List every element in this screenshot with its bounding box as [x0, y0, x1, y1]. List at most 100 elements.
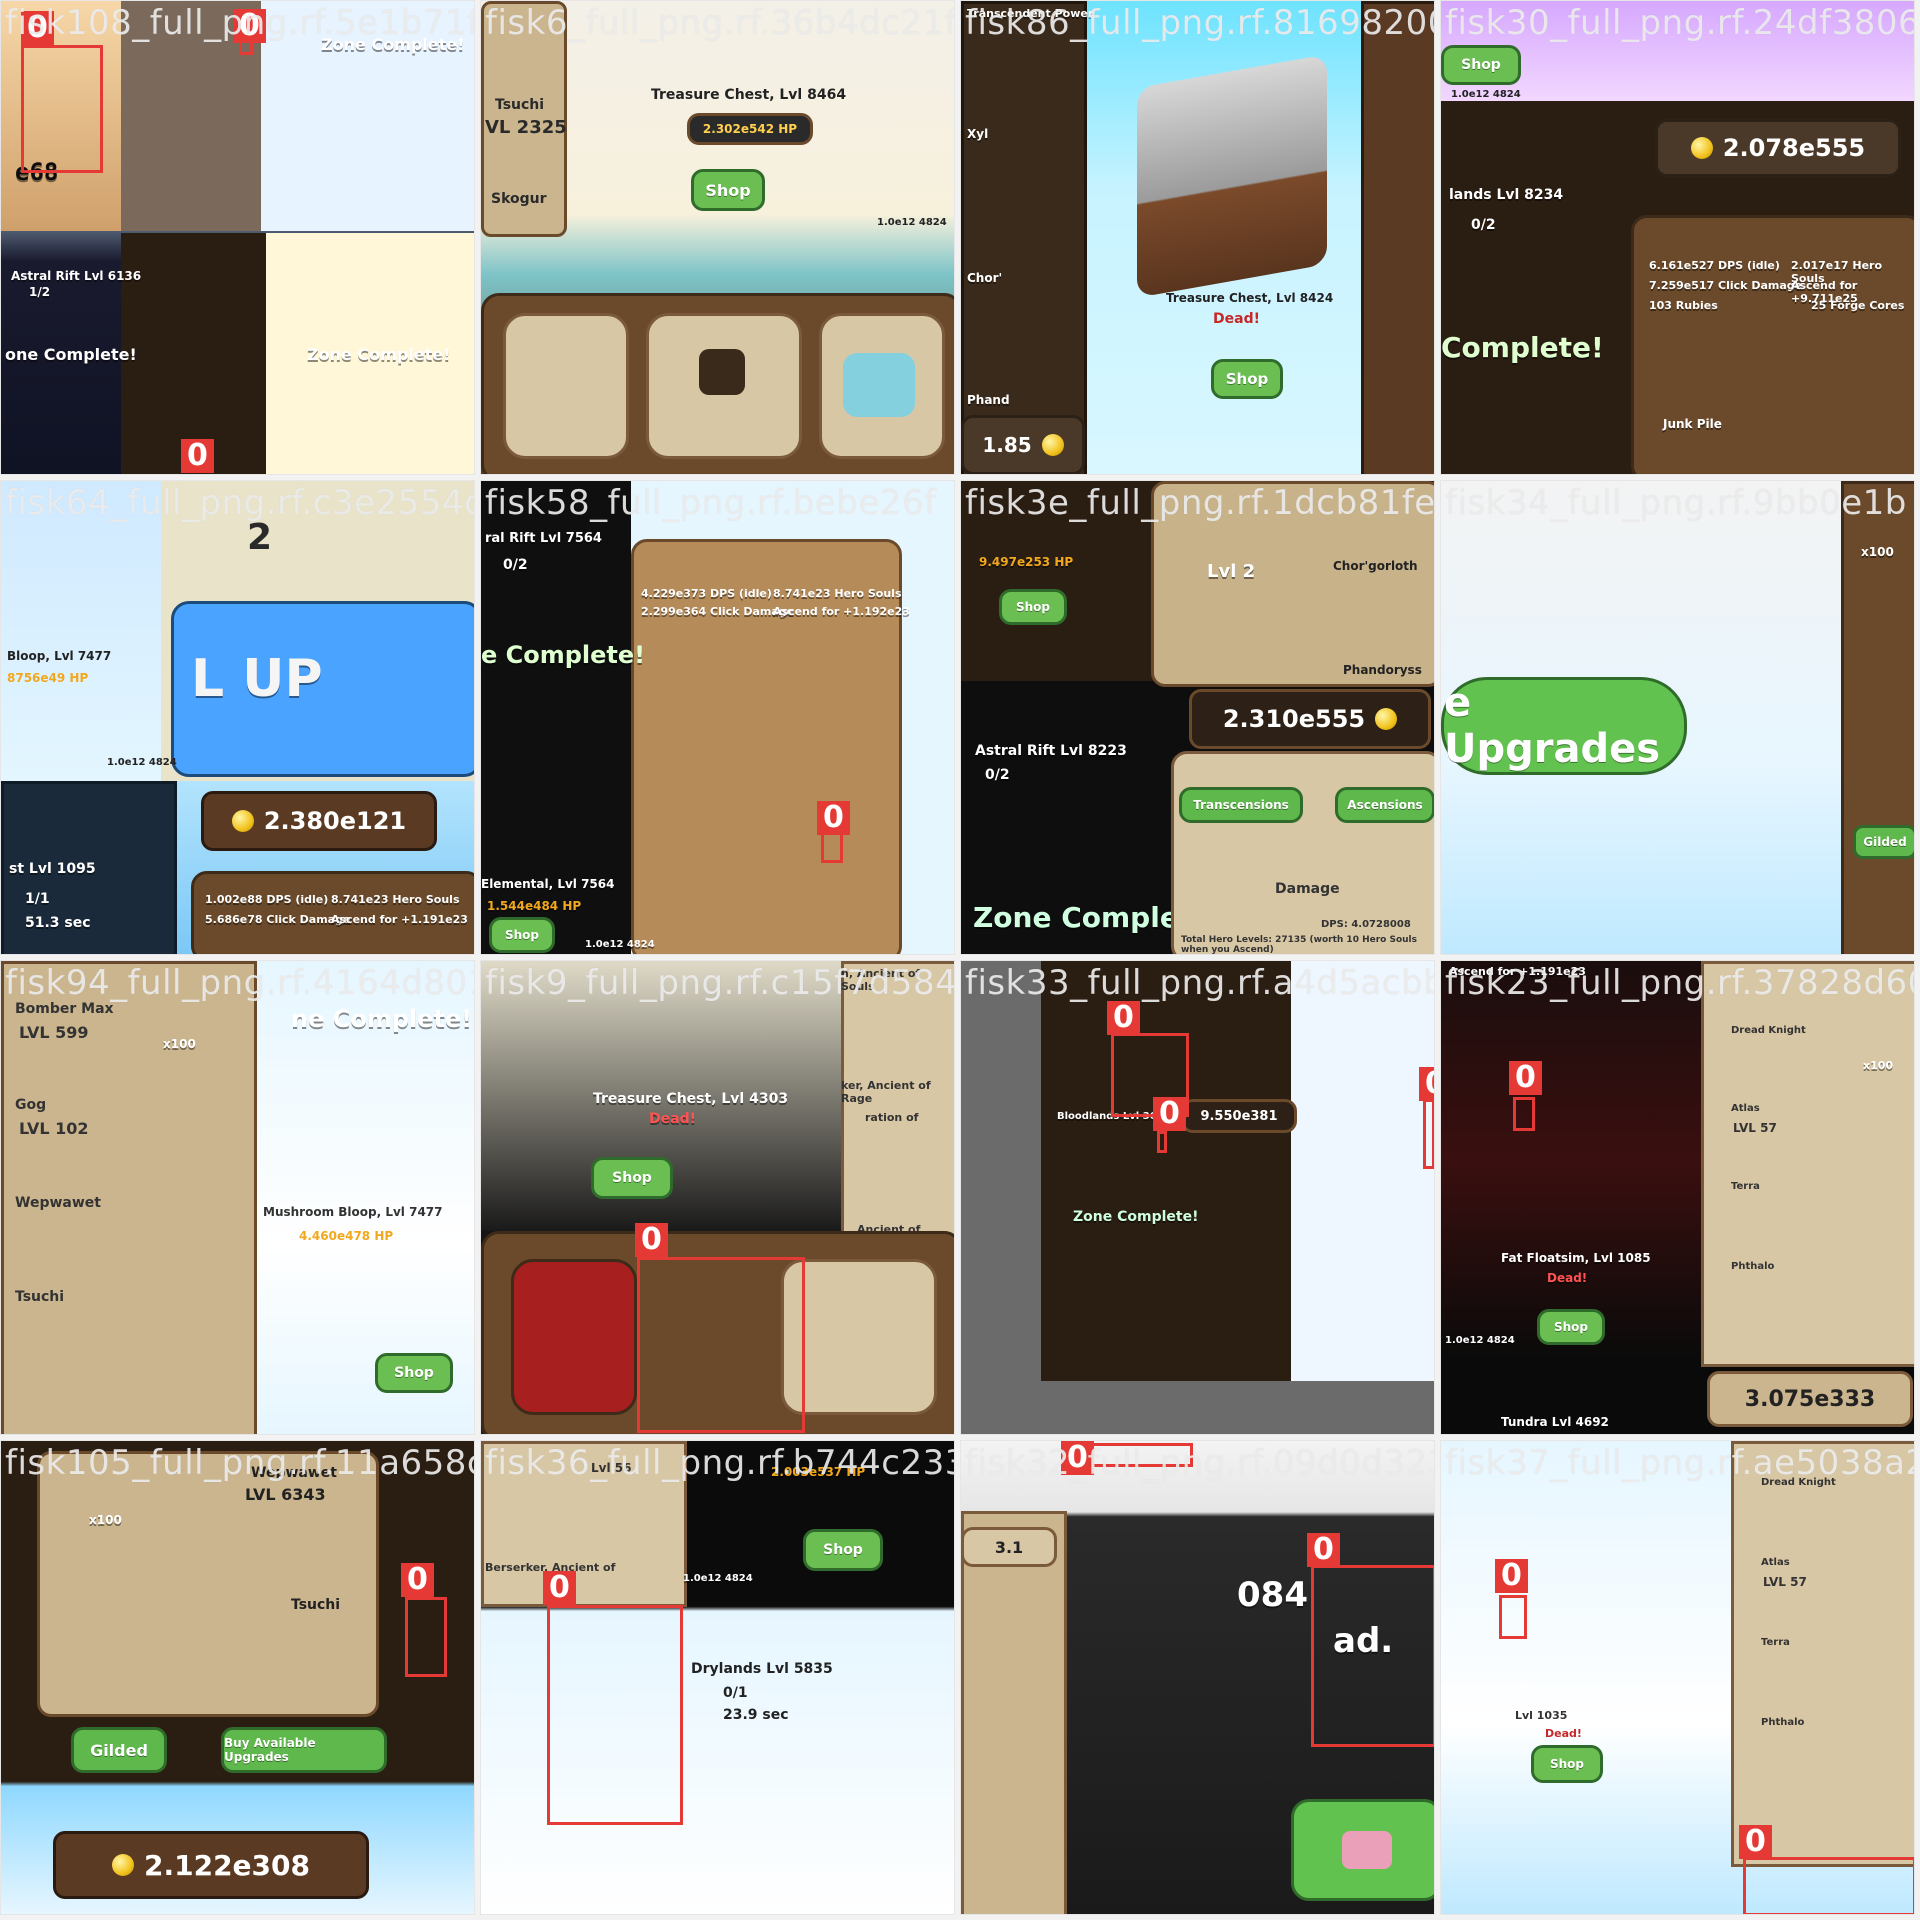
shop-button[interactable]: Shop [1441, 45, 1521, 85]
tile-14: Berserker, Ancient of Lvl 56 2.003e537 H… [480, 1440, 955, 1915]
bbox-tag: 0 [635, 1223, 668, 1257]
tile-title: fisk9_full_png.rf.c15f7d584d [485, 963, 955, 1003]
rubies: 103 Rubies [1649, 299, 1718, 312]
footer-number: 1.0e12 4824 [107, 757, 177, 768]
hero-name-tsuchi: Tsuchi [15, 1289, 65, 1305]
gold-readout: 2.078e555 [1655, 119, 1901, 177]
gold-readout: 2.122e308 [53, 1831, 369, 1899]
tile-title: fisk6_full_png.rf.36b4dc21fbd2137cd07ad [485, 3, 954, 43]
time-text: 51.3 sec [25, 915, 91, 931]
zone-complete-text-left: one Complete! [5, 345, 137, 364]
hero-level: VL 2325 [485, 117, 567, 138]
tile-6: 4.229e373 DPS (idle) 8.741e23 Hero Souls… [480, 480, 955, 955]
gold-coin-icon [1690, 137, 1713, 159]
time-text: 23.9 sec [723, 1707, 789, 1723]
shop-button[interactable]: Shop [803, 1529, 883, 1571]
gold-readout: 9.550e381 [1181, 1099, 1297, 1133]
hero-atlas: Atlas [1761, 1557, 1790, 1568]
tile-15: 3.1 ad. 084 0 0 fisk32_full_png.rf.09d0d… [960, 1440, 1435, 1915]
hero-dread-knight: Dread Knight [1731, 1025, 1806, 1036]
hero-lvl-bomber: LVL 599 [19, 1023, 89, 1042]
zone-complete: ne Complete! [291, 1005, 473, 1033]
bbox-tag: 0 [1107, 1001, 1140, 1035]
shop-button[interactable]: Shop [1211, 359, 1283, 399]
buy-available-upgrades-button[interactable]: Buy Available Upgrades [221, 1727, 387, 1773]
elemental-hp: 1.544e484 HP [487, 899, 582, 913]
click-damage: 5.686e78 Click Damage [205, 913, 351, 926]
tile-title: fisk32_full_png.rf.09d0d323 [965, 1443, 1435, 1483]
boss-status: Dead! [649, 1111, 696, 1127]
bbox-tag: 0 [1739, 1825, 1772, 1859]
name-phandoryss: Phandoryss [1343, 663, 1422, 677]
tile-title: fisk58_full_png.rf.bebe26f [485, 483, 937, 523]
x100-label: x100 [89, 1513, 122, 1527]
click-damage: 2.299e364 Click Damage [641, 605, 795, 618]
hero-atlas-lvl: LVL 57 [1763, 1575, 1807, 1589]
complete-text: Complete! [1441, 331, 1604, 364]
stats-panel [1631, 215, 1914, 474]
tile-5: L UP 2 Bloop, Lvl 7477 8756e49 HP 1.0e12… [0, 480, 475, 955]
shop-button[interactable]: Shop [691, 169, 765, 211]
gold-readout: 2.310e555 [1189, 689, 1431, 749]
x100-label: x100 [1863, 1059, 1894, 1072]
boss-hp: 4.460e478 HP [299, 1229, 394, 1243]
bbox-character [21, 45, 103, 173]
transcensions-tab[interactable]: Transcensions [1179, 787, 1303, 823]
tab-slot[interactable] [503, 313, 629, 459]
skill-slot[interactable] [511, 1259, 637, 1415]
gilded-button[interactable]: Gilded [1853, 825, 1914, 859]
gold-readout: 1.85 [961, 415, 1085, 474]
tile-13: Wepwawet LVL 6343 Tsuchi x100 Gilded Buy… [0, 1440, 475, 1915]
bbox-character [1157, 1131, 1167, 1153]
footer-number: 1.0e12 4824 [1445, 1335, 1515, 1346]
shop-button[interactable]: Shop [1531, 1745, 1603, 1783]
tile-title: fisk94_full_png.rf.4164d8018f [5, 963, 475, 1003]
ascensions-tab[interactable]: Ascensions [1335, 787, 1434, 823]
bbox-character [1499, 1595, 1527, 1639]
hero-name-2: Tsuchi [291, 1597, 341, 1613]
shop-button[interactable]: Shop [1537, 1309, 1605, 1345]
shop-button[interactable]: Shop [489, 917, 555, 953]
shop-button[interactable]: Shop [999, 589, 1067, 625]
tile-title: fisk34_full_png.rf.9bb0e1b [1445, 483, 1907, 523]
tile-title: fisk33_full_png.rf.a4d5acbbb04c3 [965, 963, 1434, 1003]
bbox-character [1423, 1099, 1434, 1169]
progress-counter: 1/2 [29, 285, 51, 299]
shop-button[interactable]: Shop [375, 1353, 453, 1393]
right-sidebar [1361, 1, 1434, 474]
tile-1: Zone Complete! Zone Complete! one Comple… [0, 0, 475, 475]
shop-button[interactable]: Shop [591, 1157, 673, 1199]
world-level: Astral Rift Lvl 8223 [975, 743, 1127, 759]
footer-number: 1.0e12 4824 [877, 217, 947, 228]
bbox-character [1311, 1565, 1434, 1747]
hero-name-2: Skogur [491, 191, 547, 207]
world-level: Astral Rift Lvl 6136 [11, 269, 142, 283]
gilded-button[interactable]: Gilded [71, 1727, 167, 1773]
elemental-name: Elemental, Lvl 7564 [481, 877, 615, 891]
bbox-tag: 0 [1153, 1097, 1186, 1131]
bbox-character [637, 1257, 805, 1433]
upgrades-button[interactable]: e Upgrades [1441, 677, 1687, 775]
tile-title: fisk105_full_png.rf.11a658ca [5, 1443, 475, 1483]
tile-9: Bomber Max LVL 599 Gog LVL 102 Wepwawet … [0, 960, 475, 1435]
gem-button[interactable] [1291, 1799, 1434, 1901]
tile-title: fisk3e_full_png.rf.1dcb81fe3 [965, 483, 1435, 523]
gold-coin-icon [231, 810, 254, 832]
treasure-chest-tower [1137, 54, 1327, 298]
bbox-tag: 0 [181, 439, 214, 473]
gold-coin-icon [1375, 708, 1398, 730]
boss-name: Treasure Chest, Lvl 8424 [1166, 291, 1334, 305]
boss-hp: 8756e49 HP [7, 671, 89, 685]
stats-panel [961, 1511, 1067, 1914]
boss-status: Dead! [1545, 1727, 1582, 1740]
boss-name: Bloop, Lvl 7477 [7, 649, 112, 663]
top-readout: 3.1 [961, 1527, 1057, 1567]
small-footer: 1.0e12 4824 [1451, 89, 1521, 100]
tile-8: e Upgrades Gilded x100 fisk34_full_png.r… [1440, 480, 1915, 955]
tile-7: 2.310e555 Astral Rift Lvl 8223 0/2 Zone … [960, 480, 1435, 955]
bbox-tag: 0 [401, 1563, 434, 1597]
hero-list-panel [631, 539, 902, 954]
hero-terra: Terra [1761, 1637, 1790, 1648]
tile-16: Dread Knight Atlas LVL 57 Terra Phthalo … [1440, 1440, 1915, 1915]
complete-text: e Complete! [481, 641, 646, 669]
